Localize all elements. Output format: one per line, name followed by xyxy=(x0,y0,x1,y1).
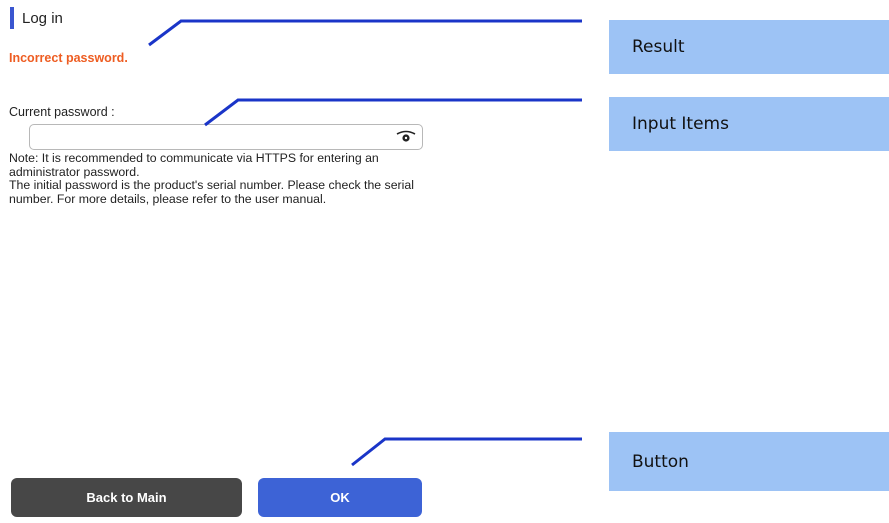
input-items-leader-line xyxy=(204,98,582,127)
page-title-block: Log in xyxy=(10,7,63,29)
callout-button: Button xyxy=(609,432,889,491)
callout-result: Result xyxy=(609,20,889,74)
note-https: Note: It is recommended to communicate v… xyxy=(9,151,379,179)
note-initial-password: The initial password is the product's se… xyxy=(9,178,414,206)
password-input[interactable] xyxy=(30,125,390,149)
button-leader-line xyxy=(351,437,582,467)
title-accent-bar xyxy=(10,7,14,29)
page-title: Log in xyxy=(22,9,63,27)
password-note: Note: It is recommended to communicate v… xyxy=(9,151,429,206)
error-message: Incorrect password. xyxy=(9,51,128,65)
password-label: Current password : xyxy=(9,105,115,119)
ok-button[interactable]: OK xyxy=(258,478,422,517)
eye-icon[interactable] xyxy=(396,130,416,144)
back-to-main-button[interactable]: Back to Main xyxy=(11,478,242,517)
callout-input-items: Input Items xyxy=(609,97,889,151)
result-leader-line xyxy=(148,19,582,47)
password-field[interactable] xyxy=(29,124,423,150)
